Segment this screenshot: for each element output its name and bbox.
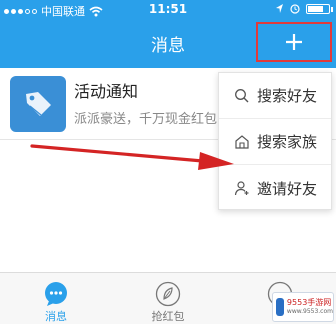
tag-icon xyxy=(10,76,66,132)
tab-messages[interactable]: 消息 xyxy=(0,273,112,324)
battery-icon xyxy=(306,3,333,14)
plus-icon xyxy=(286,34,302,50)
location-icon xyxy=(276,4,283,13)
message-preview: 派派豪送，千万现金红包 xyxy=(74,112,218,127)
tab-red-packets[interactable]: 抢红包 xyxy=(112,273,224,324)
watermark-logo: 9553手游网 www.9553.com xyxy=(272,292,334,322)
alarm-icon xyxy=(290,3,300,14)
watermark-url: www.9553.com xyxy=(286,307,333,315)
watermark-name: 9553手游网 xyxy=(286,298,332,308)
menu-item-search-friends[interactable]: 搜索好友 xyxy=(219,73,331,119)
red-arrow-annotation xyxy=(30,144,234,170)
watermark-logo-icon xyxy=(276,298,284,316)
menu-item-label: 搜索家族 xyxy=(257,133,318,151)
leaf-icon xyxy=(155,281,181,307)
add-button[interactable] xyxy=(256,22,332,62)
chat-bubble-icon xyxy=(43,281,69,307)
tab-label: 抢红包 xyxy=(151,310,185,323)
menu-item-label: 搜索好友 xyxy=(257,87,318,105)
menu-item-label: 邀请好友 xyxy=(257,179,318,198)
status-bar: 中国联通 11:51 xyxy=(0,0,336,18)
menu-item-invite-friends[interactable]: 邀请好友 xyxy=(219,165,331,211)
user-plus-icon xyxy=(233,179,251,197)
tab-label: 消息 xyxy=(45,310,67,323)
search-icon xyxy=(233,87,251,105)
message-title: 活动通知 xyxy=(74,82,139,101)
title-bar: 消息 xyxy=(0,18,336,68)
status-right xyxy=(275,3,333,14)
